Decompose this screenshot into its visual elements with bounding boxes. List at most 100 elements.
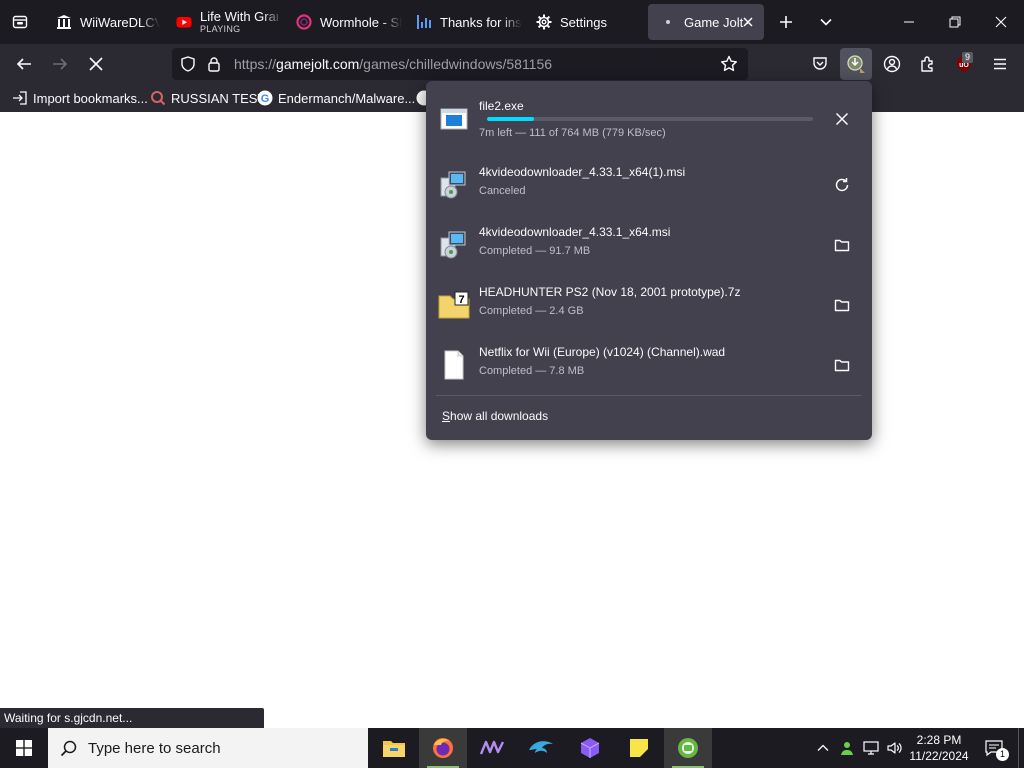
green-circle-app-icon (676, 736, 700, 760)
restore-button[interactable] (932, 0, 978, 44)
search-placeholder: Type here to search (88, 739, 221, 757)
firefox-view-button[interactable] (4, 6, 36, 38)
blocked-count-badge: 9 (962, 52, 974, 63)
network-icon (863, 740, 879, 756)
tab-thanks[interactable]: Thanks for inst (404, 4, 522, 40)
forward-button[interactable] (44, 48, 76, 80)
person-tray-icon (839, 740, 855, 756)
show-in-folder-button[interactable] (826, 289, 858, 321)
clock-time: 2:28 PM (916, 733, 962, 747)
close-icon (835, 112, 849, 126)
gear-icon (536, 14, 552, 30)
minimize-button[interactable] (886, 0, 932, 44)
show-hidden-icons-button[interactable] (812, 728, 834, 768)
taskbar-firefox[interactable] (419, 728, 467, 768)
tray-volume[interactable] (884, 728, 906, 768)
purple-cube-icon (579, 737, 601, 759)
retry-download-button[interactable] (826, 169, 858, 201)
taskbar-search-box[interactable]: Type here to search (48, 728, 368, 768)
windows-taskbar: Type here to search 2:28 PM 11/22/2024 1 (0, 728, 1024, 768)
restore-icon (949, 16, 961, 28)
firefox-view-icon (12, 14, 28, 30)
google-icon: G (257, 90, 273, 106)
search-icon (60, 739, 78, 757)
menu-button[interactable] (984, 48, 1016, 80)
pocket-button[interactable] (804, 48, 836, 80)
close-window-button[interactable] (978, 0, 1024, 44)
show-desktop-button[interactable] (1018, 728, 1024, 768)
msi-installer-icon (438, 169, 470, 201)
7z-archive-icon: 7 (438, 289, 470, 321)
url-bar[interactable]: https://gamejolt.com/games/chilledwindow… (172, 48, 748, 80)
downloads-button[interactable] (840, 48, 872, 80)
chevron-down-icon (819, 15, 833, 29)
puzzle-icon (919, 55, 937, 73)
download-item[interactable]: file2.exe 7m left — 111 of 764 MB (779 K… (434, 91, 864, 147)
shield-icon[interactable] (180, 56, 196, 72)
bookmark-russian-test[interactable]: RUSSIAN TEST (150, 88, 265, 108)
start-button[interactable] (0, 728, 48, 768)
bookmark-label: RUSSIAN TEST (171, 90, 266, 106)
notification-center-button[interactable]: 1 (980, 728, 1009, 768)
ublock-origin-button[interactable]: uO 9 (948, 48, 980, 80)
download-item[interactable]: Netflix for Wii (Europe) (v1024) (Channe… (434, 337, 864, 393)
show-all-downloads-button[interactable]: Show all downloads (442, 409, 548, 423)
stop-button[interactable] (80, 48, 112, 80)
download-filename: 4kvideodownloader_4.33.1_x64(1).msi (479, 165, 686, 179)
extensions-button[interactable] (912, 48, 944, 80)
exe-file-icon (438, 103, 470, 135)
url-text[interactable]: https://gamejolt.com/games/chilledwindow… (234, 56, 552, 72)
download-item[interactable]: 4kvideodownloader_4.33.1_x64.msi Complet… (434, 217, 864, 273)
tab-title: Thanks for inst (440, 14, 522, 30)
clock-date: 11/22/2024 (909, 749, 969, 763)
cancel-download-button[interactable] (826, 103, 858, 135)
accel-key: S (442, 409, 451, 423)
download-status: Completed — 7.8 MB (479, 365, 585, 377)
new-tab-button[interactable] (770, 6, 802, 38)
download-item[interactable]: 7 HEADHUNTER PS2 (Nov 18, 2001 prototype… (434, 277, 864, 333)
lock-icon[interactable] (206, 56, 222, 72)
search-loop-icon (150, 90, 166, 106)
tab-youtube[interactable]: Life With Gran PLAYING (164, 4, 278, 40)
show-in-folder-button[interactable] (826, 229, 858, 261)
taskbar-sticky-notes[interactable] (615, 728, 663, 768)
downloads-separator (436, 395, 862, 396)
download-status: 7m left — 111 of 764 MB (779 KB/sec) (479, 127, 666, 139)
list-all-tabs-button[interactable] (810, 6, 842, 38)
taskbar-dolphin[interactable] (517, 728, 565, 768)
svg-text:uO: uO (959, 62, 969, 69)
chevron-up-icon (817, 742, 829, 754)
taskbar-green-app[interactable] (664, 728, 712, 768)
loading-dot-icon (660, 14, 676, 30)
tab-wiiware[interactable]: WiiWareDLCV (44, 4, 160, 40)
back-button[interactable] (8, 48, 40, 80)
close-tab-icon[interactable] (740, 14, 756, 30)
windows-logo-icon (16, 740, 32, 756)
taskbar-cube-app[interactable] (566, 728, 614, 768)
tab-settings[interactable]: Settings (524, 4, 642, 40)
status-panel: Waiting for s.gjcdn.net... (0, 708, 264, 728)
tab-wormhole[interactable]: Wormhole - Sl (284, 4, 402, 40)
taskbar-clock[interactable]: 2:28 PM 11/22/2024 (904, 732, 974, 764)
download-filename: Netflix for Wii (Europe) (v1024) (Channe… (479, 345, 726, 359)
bookmark-endermanch[interactable]: G Endermanch/Malware... (257, 88, 415, 108)
show-in-folder-button[interactable] (826, 349, 858, 381)
bookmark-import[interactable]: Import bookmarks... (12, 88, 148, 108)
tray-network[interactable] (860, 728, 882, 768)
back-arrow-icon (16, 56, 32, 72)
tray-user-app[interactable] (836, 728, 858, 768)
tab-game-jolt[interactable]: Game Jolt - (648, 4, 764, 40)
import-icon (12, 90, 28, 106)
library-icon (56, 14, 72, 30)
taskbar-file-explorer[interactable] (370, 728, 418, 768)
stop-x-icon (89, 57, 103, 71)
account-button[interactable] (876, 48, 908, 80)
svg-text:G: G (261, 93, 270, 105)
download-item[interactable]: 4kvideodownloader_4.33.1_x64(1).msi Canc… (434, 157, 864, 213)
url-scheme: https:// (234, 56, 277, 72)
taskbar-app-wave[interactable] (468, 728, 516, 768)
tab-bar: WiiWareDLCV Life With Gran PLAYING Wormh… (0, 0, 1024, 44)
bookmark-star-icon[interactable] (720, 55, 738, 73)
blank-file-icon (438, 349, 470, 381)
account-icon (883, 55, 901, 73)
